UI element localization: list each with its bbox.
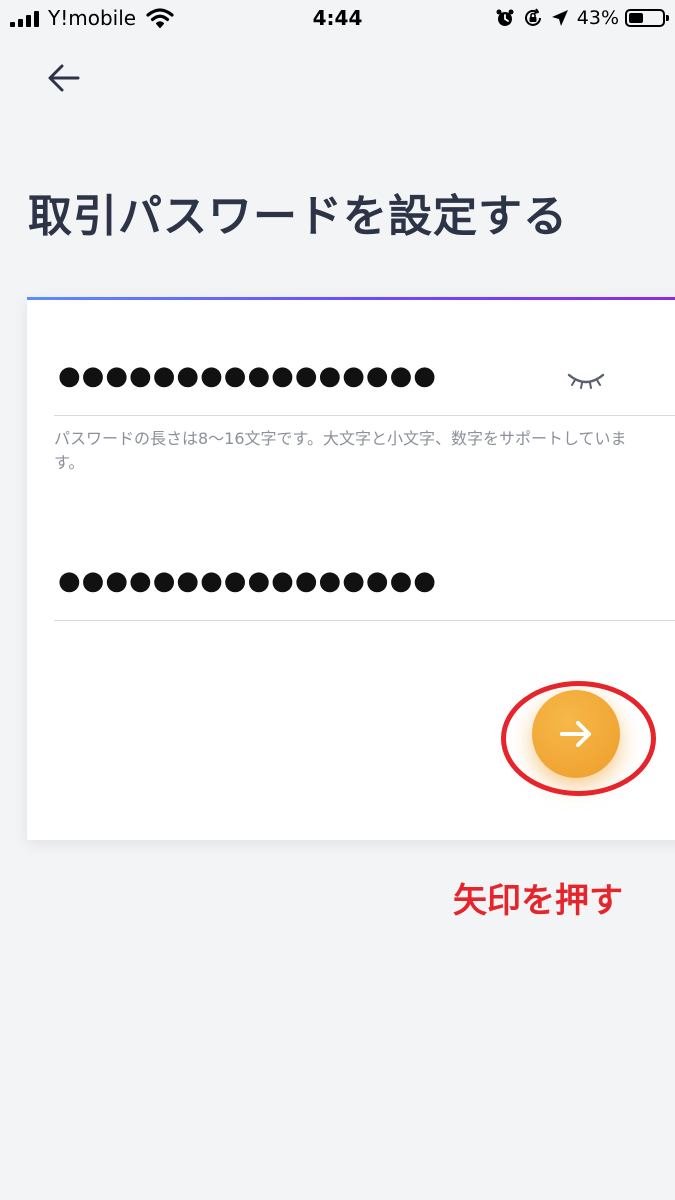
battery-percent: 43%: [576, 7, 619, 29]
alarm-icon: [496, 9, 514, 26]
location-icon: [551, 10, 568, 26]
battery-level: [629, 13, 643, 23]
status-bar: Y!mobile 4:44 43%: [0, 0, 675, 36]
confirm-password-input-value[interactable]: ●●●●●●●●●●●●●●●●: [58, 566, 437, 596]
password-field[interactable]: ●●●●●●●●●●●●●●●●: [54, 347, 675, 416]
instruction-annotation: 矢印を押す: [453, 881, 623, 921]
highlight-circle-annotation: [501, 681, 656, 796]
back-button[interactable]: [42, 58, 90, 98]
password-hint: パスワードの長さは8〜16文字です。大文字と小文字、数字をサポートしています。: [54, 429, 627, 472]
password-input-value[interactable]: ●●●●●●●●●●●●●●●●: [58, 361, 437, 391]
card-accent-line: [27, 297, 675, 300]
eye-closed-icon[interactable]: [566, 369, 606, 391]
battery-cap: [666, 15, 669, 21]
status-indicators: 43%: [495, 5, 669, 31]
battery-icon: [625, 9, 669, 27]
confirm-password-field[interactable]: ●●●●●●●●●●●●●●●●: [54, 552, 675, 621]
orientation-lock-icon: [524, 8, 541, 26]
page-title: 取引パスワードを設定する: [28, 191, 568, 242]
arrow-left-icon: [48, 64, 80, 92]
